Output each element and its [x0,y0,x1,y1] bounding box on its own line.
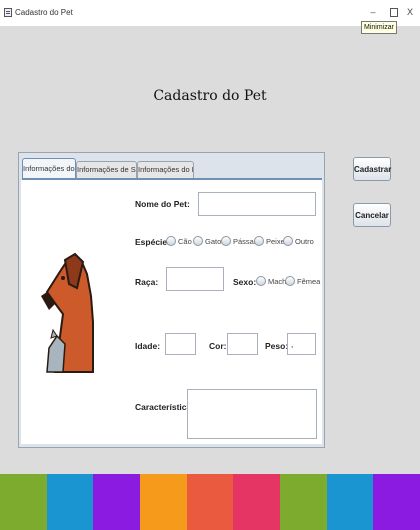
cancelar-button[interactable]: Cancelar [353,203,391,227]
radio-circle[interactable] [254,236,264,246]
radio-circle[interactable] [221,236,231,246]
idade-label: Idade: [135,341,161,351]
maximize-button[interactable] [386,5,400,19]
tab-informacoes-pet[interactable]: Informações do Pet [22,158,76,179]
idade-input[interactable] [165,333,196,355]
minimize-button[interactable]: – [366,5,380,19]
app-icon [4,8,12,17]
title-bar: Cadastro do Pet – X [0,0,420,26]
radio-circle[interactable] [256,276,266,286]
radio-label: Gato [205,237,222,246]
color-stripe [373,474,420,530]
radio-circle[interactable] [193,236,203,246]
radio-label: Outro [295,237,314,246]
nome-label: Nome do Pet: [135,199,190,209]
color-stripe [280,474,328,530]
caracteristicas-textarea[interactable] [187,389,317,439]
radio-circle[interactable] [285,276,295,286]
cadastrar-button[interactable]: Cadastrar [353,157,391,181]
radio-label: Peixe [266,237,285,246]
tab-informacoes-dono[interactable]: Informações do Dono [137,161,194,179]
peso-label: Peso: [265,341,289,351]
radio-label: Cão [178,237,192,246]
dog-illustration [41,252,94,373]
color-stripe [233,474,281,530]
page-title: Cadastro do Pet [153,88,267,104]
cor-input[interactable] [227,333,258,355]
color-stripe [93,474,141,530]
nome-input[interactable] [198,192,316,216]
color-stripe [0,474,48,530]
sexo-label: Sexo: [233,277,257,287]
window-title: Cadastro do Pet [15,8,73,17]
tabbed-panel: Informações do Pet Informações de Saúde … [18,152,325,448]
radio-circle[interactable] [166,236,176,246]
cor-label: Cor: [209,341,227,351]
color-stripe [140,474,188,530]
radio-label: Fêmea [297,277,321,286]
raca-input[interactable] [166,267,224,291]
tab-content: Nome do Pet: Espécie: Cão Gato Pássaro P… [21,180,322,444]
radio-circle[interactable] [283,236,293,246]
close-button[interactable]: X [403,5,417,19]
especie-label: Espécie: [135,237,170,247]
color-stripe [46,474,94,530]
tab-informacoes-saude[interactable]: Informações de Saúde [76,161,137,179]
minimize-tooltip: Minimizar [361,21,397,34]
footer-color-bar [0,474,420,530]
peso-input[interactable] [287,333,316,355]
color-stripe [186,474,234,530]
raca-label: Raça: [135,277,159,287]
color-stripe [326,474,374,530]
